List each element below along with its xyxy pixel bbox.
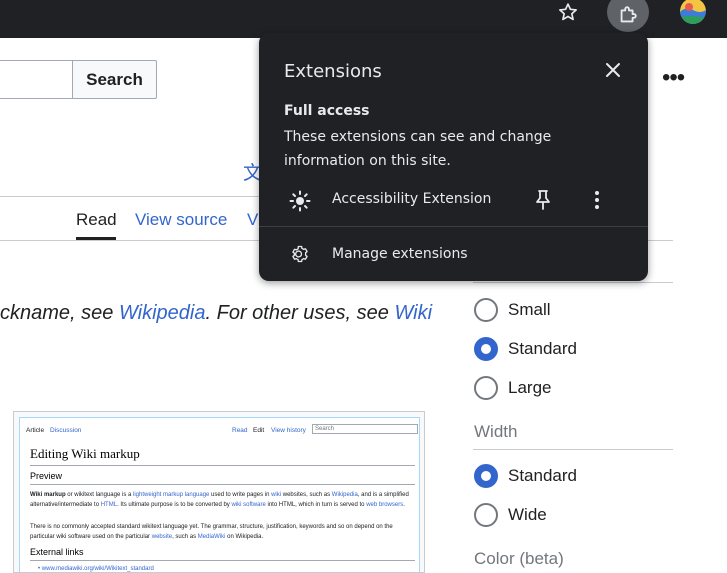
thumbnail-title: Editing Wiki markup — [30, 446, 140, 461]
thumbnail-preview-rule — [30, 484, 415, 485]
popup-divider — [259, 226, 648, 227]
search-input[interactable] — [0, 60, 73, 99]
more-options-icon[interactable]: ••• — [662, 66, 685, 90]
hatnote-text: ckname, see — [0, 302, 119, 324]
puzzle-piece-icon — [617, 4, 639, 26]
thumbnail-search-input: Search — [312, 424, 418, 434]
radio-width-standard[interactable] — [474, 464, 498, 488]
extensions-button[interactable] — [607, 0, 649, 32]
radio-text-small[interactable] — [474, 298, 498, 322]
hatnote-text-2: . For other uses, see — [205, 302, 395, 324]
close-icon[interactable] — [604, 61, 622, 79]
thumbnail-tabs: Article Discussion Read Edit View histor… — [20, 418, 419, 438]
thumbnail-tab-discussion: Discussion — [50, 427, 82, 434]
thumbnail-title-rule — [30, 465, 415, 466]
extensions-popup: Extensions Full access These extensions … — [259, 33, 648, 281]
radio-text-standard[interactable] — [474, 337, 498, 361]
sidebar-rule-text — [473, 282, 673, 283]
tab-view-source[interactable]: View source — [135, 210, 227, 230]
profile-avatar[interactable] — [680, 0, 706, 24]
radio-label-width-standard[interactable]: Standard — [508, 466, 577, 486]
thumbnail-tab-history: View history — [271, 427, 306, 434]
thumbnail-external-link: • www.mediawiki.org/wiki/Wikitext_standa… — [38, 566, 154, 572]
thumbnail-tab-article: Article — [26, 427, 45, 434]
manage-extensions-link[interactable]: Manage extensions — [332, 246, 468, 262]
thumbnail-tab-edit: Edit — [253, 427, 265, 434]
tab-read[interactable]: Read — [76, 210, 117, 230]
thumbnail-heading-external-links: External links — [30, 547, 84, 557]
pin-icon[interactable] — [534, 189, 552, 211]
tab-view-history-truncated[interactable]: V — [247, 210, 258, 230]
hatnote-link-wiki[interactable]: Wiki — [394, 302, 432, 324]
radio-label-large[interactable]: Large — [508, 378, 551, 398]
thumbnail-heading-preview: Preview — [30, 471, 63, 481]
extension-name[interactable]: Accessibility Extension — [332, 191, 491, 207]
thumbnail-content: Article Discussion Read Edit View histor… — [19, 417, 420, 572]
radio-text-large[interactable] — [474, 376, 498, 400]
more-actions-icon[interactable] — [589, 189, 605, 211]
popup-title: Extensions — [284, 61, 382, 82]
full-access-heading: Full access — [284, 103, 370, 119]
radio-label-small[interactable]: Small — [508, 300, 551, 320]
thumbnail-paragraph-1: Wiki markup or wikitext language is a li… — [30, 492, 409, 508]
thumbnail-external-rule — [30, 560, 415, 561]
hatnote-link-wikipedia[interactable]: Wikipedia — [119, 302, 206, 324]
thumbnail-tab-read: Read — [232, 427, 248, 434]
bookmark-star-icon[interactable] — [556, 0, 580, 24]
width-heading: Width — [474, 422, 518, 441]
color-heading: Color (beta) — [474, 549, 564, 568]
sidebar-rule-width — [473, 449, 673, 450]
search-button[interactable]: Search — [72, 60, 157, 99]
radio-label-width-wide[interactable]: Wide — [508, 505, 547, 525]
screenshot-thumbnail[interactable]: Article Discussion Read Edit View histor… — [13, 411, 425, 573]
hatnote: ckname, see Wikipedia. For other uses, s… — [0, 302, 432, 325]
radio-label-standard[interactable]: Standard — [508, 339, 577, 359]
gear-icon[interactable] — [290, 244, 310, 264]
thumbnail-paragraph-2: There is no commonly accepted standard w… — [30, 524, 393, 540]
radio-width-wide[interactable] — [474, 503, 498, 527]
full-access-description: These extensions can see and change info… — [284, 129, 552, 169]
sun-icon — [289, 190, 311, 212]
